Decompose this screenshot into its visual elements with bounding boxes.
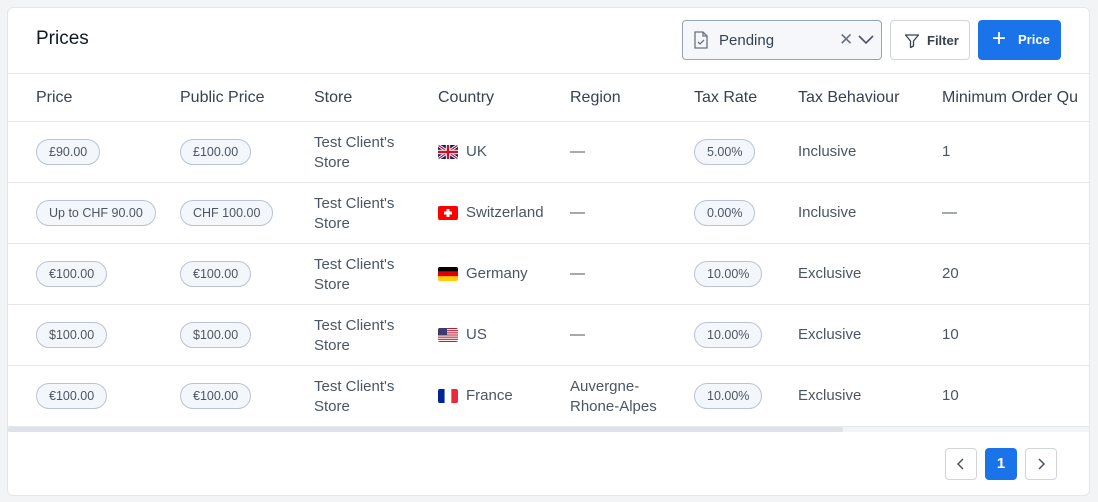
table-row[interactable]: £90.00 £100.00 Test Client's Store UK — … [8, 122, 1089, 183]
chevron-down-icon[interactable] [858, 35, 874, 45]
table-row[interactable]: €100.00 €100.00 Test Client's Store Germ… [8, 244, 1089, 305]
previous-page-button[interactable] [945, 448, 977, 480]
store-name-line: Store [314, 215, 350, 232]
country-name: France [466, 387, 513, 404]
store-name-line: Test Client's [314, 378, 395, 395]
store-name-line: Store [314, 337, 350, 354]
public-price-badge: $100.00 [180, 322, 252, 348]
public-price-badge: £100.00 [180, 139, 252, 165]
next-page-button[interactable] [1025, 448, 1057, 480]
table-row[interactable]: Up to CHF 90.00 CHF 100.00 Test Client's… [8, 183, 1089, 244]
store-name-line: Store [314, 276, 350, 293]
column-header-public-price[interactable]: Public Price [180, 89, 264, 107]
page-number-button[interactable]: 1 [985, 448, 1017, 480]
store-name-line: Test Client's [314, 317, 395, 334]
store-cell: Test Client's Store [314, 194, 394, 234]
filter-button-label: Filter [927, 33, 959, 48]
tax-behaviour-cell: Exclusive [798, 326, 862, 343]
region-cell: Auvergne- Rhone-Alpes [570, 377, 657, 417]
store-name-line: Test Client's [314, 134, 395, 151]
document-check-icon [694, 31, 708, 49]
prices-table: Price Public Price Store Country Region … [8, 73, 1089, 427]
column-header-tax-behaviour[interactable]: Tax Behaviour [798, 89, 899, 107]
region-cell: — [570, 143, 585, 160]
table-row[interactable]: €100.00 €100.00 Test Client's Store Fran… [8, 366, 1089, 427]
us-flag-icon [438, 328, 458, 342]
minimum-order-cell: — [942, 204, 957, 221]
tax-behaviour-cell: Inclusive [798, 143, 857, 160]
public-price-badge: CHF 100.00 [180, 200, 274, 226]
column-header-store[interactable]: Store [314, 89, 352, 107]
minimum-order-cell: 10 [942, 387, 959, 404]
price-badge: £90.00 [36, 139, 101, 165]
status-filter-value: Pending [719, 32, 775, 49]
scrollbar-thumb[interactable] [8, 427, 843, 432]
horizontal-scrollbar[interactable] [8, 427, 1089, 432]
region-cell: — [570, 204, 585, 221]
region-line: Rhone-Alpes [570, 398, 657, 415]
store-cell: Test Client's Store [314, 377, 394, 417]
card-header: Prices Pending ✕ Filter + Price [8, 8, 1089, 73]
tax-behaviour-cell: Inclusive [798, 204, 857, 221]
store-cell: Test Client's Store [314, 133, 394, 173]
price-badge: $100.00 [36, 322, 108, 348]
add-price-button-label: Price [1018, 32, 1050, 47]
prices-card: Prices Pending ✕ Filter + Price Price Pu… [7, 7, 1090, 496]
column-header-minimum-order[interactable]: Minimum Order Qu [942, 89, 1078, 107]
store-cell: Test Client's Store [314, 255, 394, 295]
country-name: Germany [466, 265, 528, 282]
chevron-left-icon [956, 458, 964, 470]
minimum-order-cell: 1 [942, 143, 951, 160]
country-name: Switzerland [466, 204, 544, 221]
region-cell: — [570, 326, 585, 343]
public-price-badge: €100.00 [180, 383, 252, 409]
tax-rate-badge: 10.00% [694, 383, 763, 409]
switzerland-flag-icon [438, 206, 458, 220]
filter-button[interactable]: Filter [890, 20, 970, 60]
store-cell: Test Client's Store [314, 316, 394, 356]
page-title: Prices [36, 28, 89, 49]
country-name: US [466, 326, 487, 343]
column-header-price[interactable]: Price [36, 89, 72, 107]
column-header-tax-rate[interactable]: Tax Rate [694, 89, 757, 107]
column-header-country[interactable]: Country [438, 89, 494, 107]
chevron-right-icon [1038, 458, 1046, 470]
uk-flag-icon [438, 145, 458, 159]
clear-icon[interactable]: ✕ [839, 30, 853, 50]
store-name-line: Store [314, 154, 350, 171]
minimum-order-cell: 10 [942, 326, 959, 343]
tax-behaviour-cell: Exclusive [798, 387, 862, 404]
table-row[interactable]: $100.00 $100.00 Test Client's Store US —… [8, 305, 1089, 366]
filter-icon [904, 34, 920, 49]
column-header-region[interactable]: Region [570, 89, 621, 107]
tax-rate-badge: 5.00% [694, 139, 756, 165]
tax-behaviour-cell: Exclusive [798, 265, 862, 282]
region-line: Auvergne- [570, 378, 640, 395]
public-price-badge: €100.00 [180, 261, 252, 287]
price-badge: €100.00 [36, 383, 108, 409]
germany-flag-icon [438, 267, 458, 281]
plus-icon: + [992, 25, 1007, 52]
country-name: UK [466, 143, 487, 160]
region-cell: — [570, 265, 585, 282]
france-flag-icon [438, 389, 458, 403]
store-name-line: Test Client's [314, 195, 395, 212]
add-price-button[interactable]: + Price [978, 20, 1061, 60]
tax-rate-badge: 10.00% [694, 261, 763, 287]
tax-rate-badge: 10.00% [694, 322, 763, 348]
price-badge: Up to CHF 90.00 [36, 200, 156, 226]
table-header: Price Public Price Store Country Region … [8, 73, 1089, 122]
store-name-line: Store [314, 398, 350, 415]
status-filter-select[interactable]: Pending ✕ [682, 20, 882, 60]
store-name-line: Test Client's [314, 256, 395, 273]
tax-rate-badge: 0.00% [694, 200, 756, 226]
minimum-order-cell: 20 [942, 265, 959, 282]
price-badge: €100.00 [36, 261, 108, 287]
